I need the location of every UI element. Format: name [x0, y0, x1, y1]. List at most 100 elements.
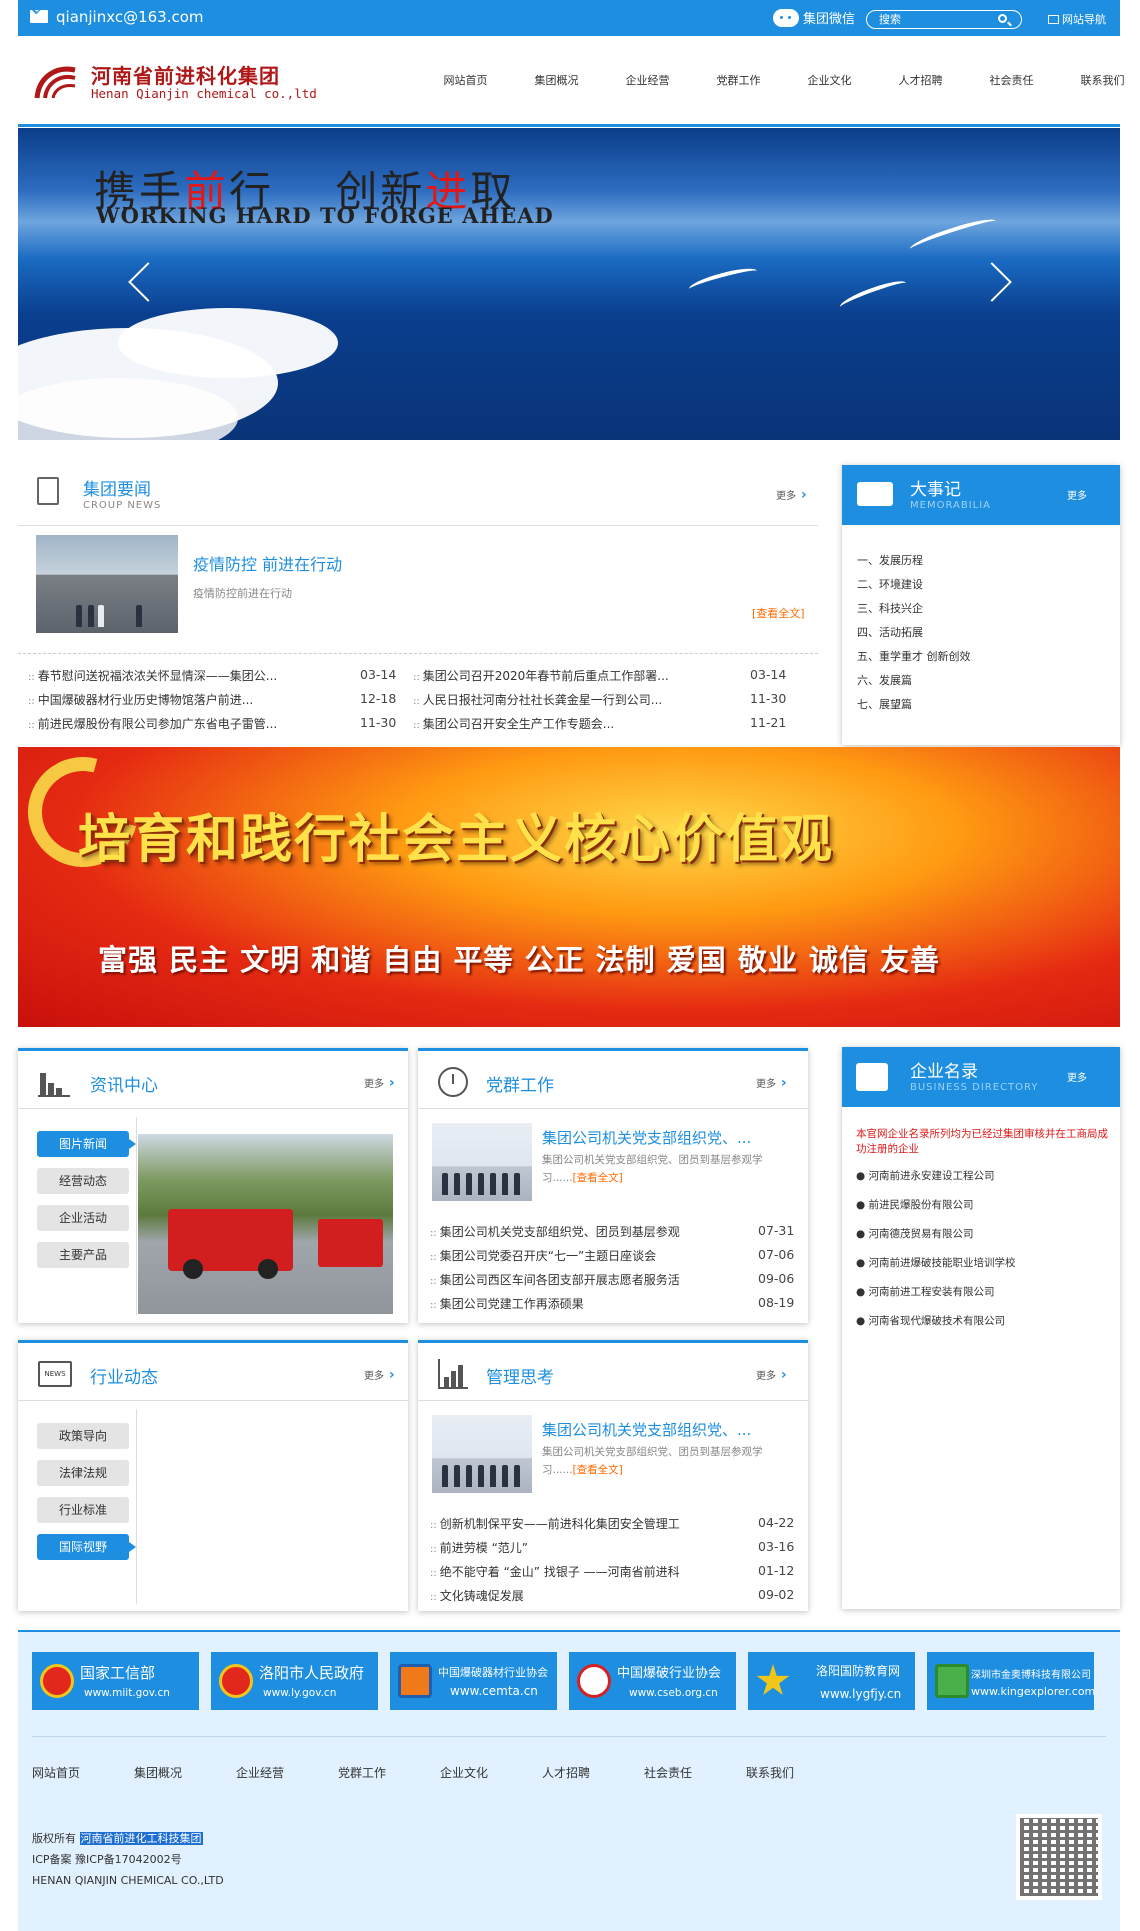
tab-policy[interactable]: 政策导向 [37, 1423, 129, 1449]
header-divider [18, 124, 1120, 127]
party-work-title: 党群工作 [486, 1076, 554, 1096]
site-nav-link[interactable]: 网站导航 [1048, 11, 1106, 27]
party-featured-title[interactable]: 集团公司机关党支部组织党、... [542, 1127, 751, 1148]
read-all-link[interactable]: [查看全文] [752, 605, 805, 621]
nav-social[interactable]: 社会责任 [966, 72, 1057, 88]
footer-link-cemta[interactable]: 中国爆破器材行业协会 www.cemta.cn [390, 1652, 557, 1710]
directory-item[interactable]: ● 河南前进爆破技能职业培训学校 [856, 1249, 1016, 1278]
core-values-banner[interactable]: 培育和践行社会主义核心价值观 富强 民主 文明 和谐 自由 平等 公正 法制 爱… [18, 747, 1120, 1027]
tab-international[interactable]: 国际视野 [37, 1534, 136, 1560]
party-photo[interactable] [432, 1123, 532, 1201]
footer-link-cseb[interactable]: 中国爆破行业协会 www.cseb.org.cn [569, 1652, 736, 1710]
person [454, 1465, 460, 1487]
info-center-more[interactable]: 更多 [364, 1075, 395, 1091]
tab-law[interactable]: 法律法规 [37, 1460, 129, 1486]
news-item[interactable]: :: 集团公司召开2020年春节前后重点工作部署... [413, 667, 669, 684]
management-item[interactable]: :: 文化铸魂促发展 [430, 1587, 524, 1604]
core-values-title: 培育和践行社会主义核心价值观 [78, 810, 835, 870]
party-work-more[interactable]: 更多 [756, 1075, 787, 1091]
wechat-link[interactable]: 集团微信 [773, 8, 855, 27]
read-all-link[interactable]: [查看全文] [573, 1464, 623, 1476]
directory-item[interactable]: ● 河南省现代爆破技术有限公司 [856, 1307, 1016, 1336]
nav-recruit[interactable]: 人才招聘 [875, 72, 966, 88]
footer-nav-party[interactable]: 党群工作 [338, 1764, 386, 1781]
bullet-icon: :: [430, 1228, 437, 1239]
footer-link-kingexplorer[interactable]: 深圳市金奥博科技有限公司 www.kingexplorer.com [927, 1652, 1095, 1710]
news-item[interactable]: :: 前进民爆股份有限公司参加广东省电子雷管... [28, 715, 277, 732]
copyright-block: 版权所有 河南省前进化工科技集团 ICP备案 豫ICP备17042002号 HE… [32, 1828, 224, 1891]
nav-party[interactable]: 党群工作 [693, 72, 784, 88]
management-item[interactable]: :: 前进劳模 “范儿” [430, 1539, 528, 1556]
featured-news-title[interactable]: 疫情防控 前进在行动 [193, 551, 342, 575]
footer-nav-recruit[interactable]: 人才招聘 [542, 1764, 590, 1781]
news-item[interactable]: :: 集团公司召开安全生产工作专题会... [413, 715, 614, 732]
search-input[interactable] [879, 12, 989, 27]
fire-truck [318, 1219, 383, 1267]
email-link[interactable]: qianjinxc@163.com [30, 8, 204, 26]
memorabilia-item[interactable]: 一、发展历程 [857, 549, 971, 573]
party-item[interactable]: :: 集团公司党建工作再添硕果 [430, 1295, 584, 1312]
footer-nav-culture[interactable]: 企业文化 [440, 1764, 488, 1781]
fire-truck-photo[interactable] [138, 1134, 393, 1314]
footer-link-miit[interactable]: 国家工信部 www.miit.gov.cn [32, 1652, 199, 1710]
news-item[interactable]: :: 人民日报社河南分社社长龚金星一行到公司... [413, 691, 662, 708]
management-photo[interactable] [432, 1415, 532, 1493]
footer-nav-business[interactable]: 企业经营 [236, 1764, 284, 1781]
footer-nav-contact[interactable]: 联系我们 [746, 1764, 794, 1781]
party-item[interactable]: :: 集团公司机关党支部组织党、团员到基层参观 [430, 1223, 680, 1240]
featured-news-photo[interactable] [36, 535, 178, 633]
footer-nav-social[interactable]: 社会责任 [644, 1764, 692, 1781]
icp-record[interactable]: ICP备案 豫ICP备17042002号 [32, 1849, 224, 1870]
news-date: 11-21 [750, 715, 787, 730]
industry-title: 行业动态 [90, 1368, 158, 1388]
memorabilia-item[interactable]: 七、展望篇 [857, 693, 971, 717]
main-nav: 网站首页 集团概况 企业经营 党群工作 企业文化 人才招聘 社会责任 联系我们 [420, 72, 1140, 88]
management-featured-title[interactable]: 集团公司机关党支部组织党、... [542, 1419, 751, 1440]
memorabilia-more[interactable]: 更多 [1067, 487, 1098, 503]
memorabilia-item[interactable]: 二、环境建设 [857, 573, 971, 597]
directory-more[interactable]: 更多 [1067, 1069, 1098, 1085]
footer-nav-overview[interactable]: 集团概况 [134, 1764, 182, 1781]
nav-overview[interactable]: 集团概况 [511, 72, 602, 88]
management-date: 03-16 [758, 1539, 795, 1554]
news-item[interactable]: :: 春节慰问送祝福浓浓关怀显情深——集团公... [28, 667, 277, 684]
footer: 国家工信部 www.miit.gov.cn 洛阳市人民政府 www.ly.gov.c… [18, 1630, 1120, 1931]
footer-link-luoyang-gov[interactable]: 洛阳市人民政府 www.ly.gov.cn [211, 1652, 378, 1710]
nav-home[interactable]: 网站首页 [420, 72, 511, 88]
memorabilia-item[interactable]: 三、科技兴企 [857, 597, 971, 621]
tab-photo-news[interactable]: 图片新闻 [37, 1131, 136, 1157]
nav-culture[interactable]: 企业文化 [784, 72, 875, 88]
party-item[interactable]: :: 集团公司西区车间各团支部开展志愿者服务活 [430, 1271, 680, 1288]
person [88, 605, 94, 627]
industry-more[interactable]: 更多 [364, 1367, 395, 1383]
directory-item[interactable]: ● 河南前进工程安装有限公司 [856, 1278, 1016, 1307]
memorabilia-item[interactable]: 五、重学重才 创新创效 [857, 645, 971, 669]
tab-business-news[interactable]: 经营动态 [37, 1168, 129, 1194]
banner-prev-arrow[interactable] [128, 262, 168, 302]
party-item[interactable]: :: 集团公司党委召开庆“七一”主题日座谈会 [430, 1247, 656, 1264]
tab-company-events[interactable]: 企业活动 [37, 1205, 129, 1231]
nav-business[interactable]: 企业经营 [602, 72, 693, 88]
management-item[interactable]: :: 创新机制保平安——前进科化集团安全管理工 [430, 1515, 680, 1532]
tab-standards[interactable]: 行业标准 [37, 1497, 129, 1523]
footer-link-lygfjy[interactable]: 洛阳国防教育网 www.lygfjy.cn [748, 1652, 915, 1710]
read-all-link[interactable]: [查看全文] [573, 1172, 623, 1184]
memorabilia-item[interactable]: 四、活动拓展 [857, 621, 971, 645]
directory-item[interactable]: ● 河南前进永安建设工程公司 [856, 1162, 1016, 1191]
tab-main-products[interactable]: 主要产品 [37, 1242, 129, 1268]
person [502, 1465, 508, 1487]
management-more[interactable]: 更多 [756, 1367, 787, 1383]
banner-next-arrow[interactable] [972, 262, 1012, 302]
news-date: 12-18 [360, 691, 397, 706]
company-logo[interactable]: 河南省前进科化集团 Henan Qianjin chemical co.,ltd [33, 58, 333, 106]
management-item[interactable]: :: 绝不能守着 “金山” 找银子 ——河南省前进科 [430, 1563, 680, 1580]
nav-contact[interactable]: 联系我们 [1057, 72, 1140, 88]
group-news-more[interactable]: 更多 [776, 487, 807, 503]
directory-item[interactable]: ● 前进民爆股份有限公司 [856, 1191, 1016, 1220]
memorabilia-item[interactable]: 六、发展篇 [857, 669, 971, 693]
search-icon[interactable] [998, 14, 1007, 23]
news-item[interactable]: :: 中国爆破器材行业历史博物馆落户前进... [28, 691, 253, 708]
person [490, 1173, 496, 1195]
directory-item[interactable]: ● 河南德茂贸易有限公司 [856, 1220, 1016, 1249]
footer-nav-home[interactable]: 网站首页 [32, 1764, 80, 1781]
